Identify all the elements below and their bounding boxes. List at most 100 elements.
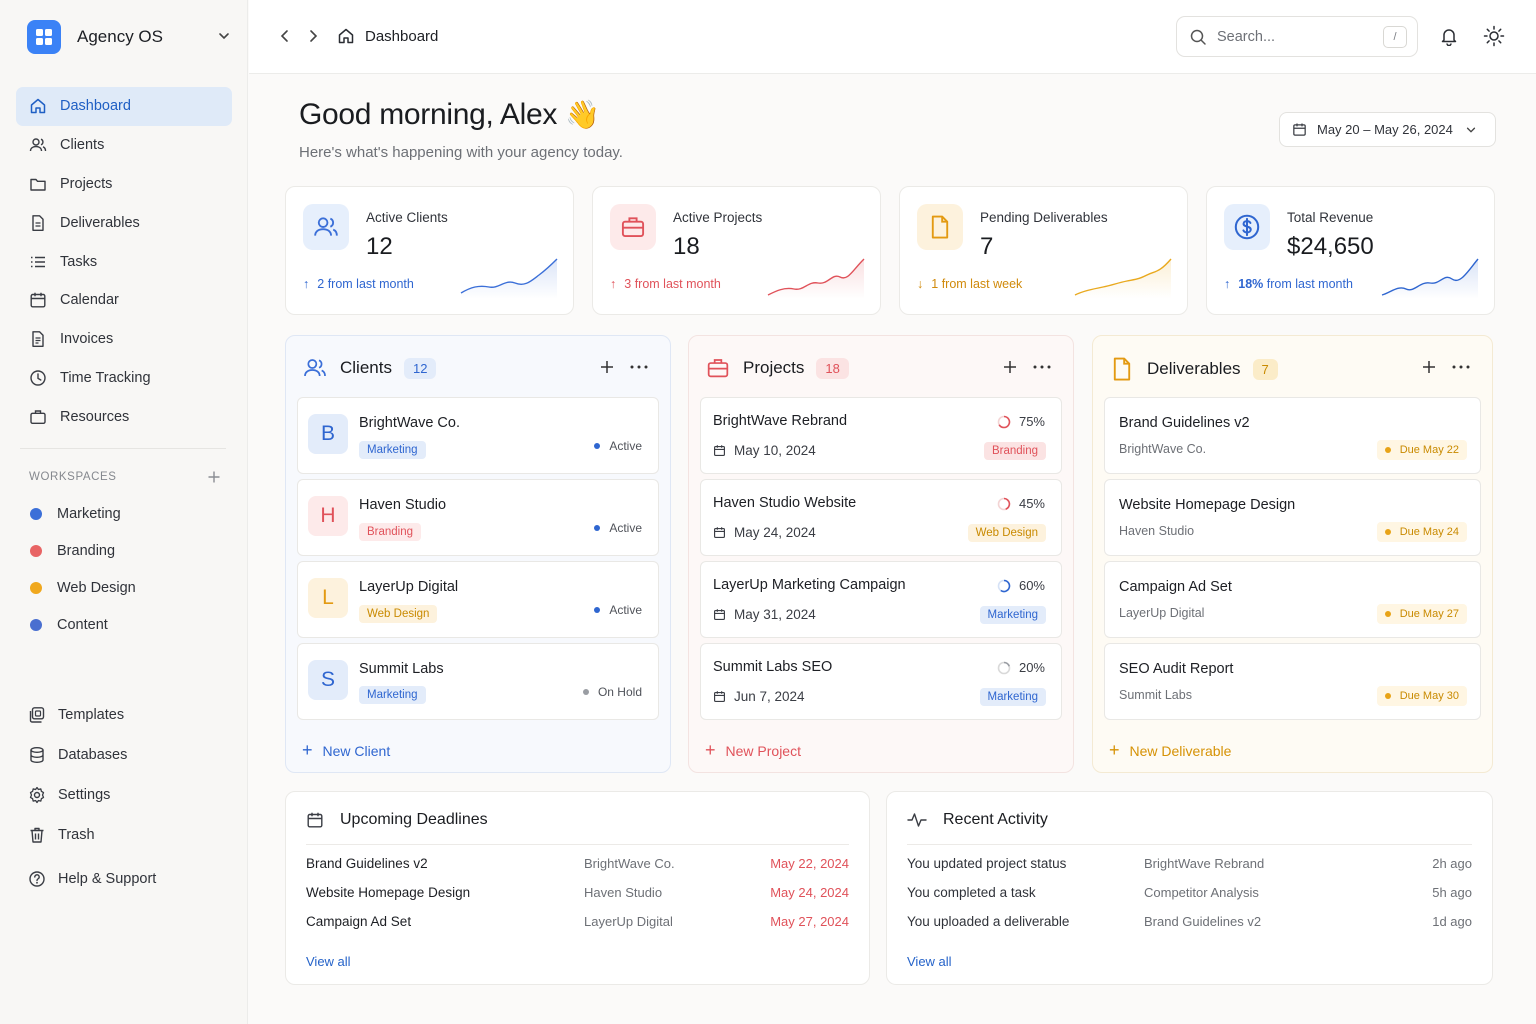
briefcase-icon <box>707 359 729 378</box>
workspace-item-branding[interactable]: Branding <box>30 532 220 569</box>
client-card[interactable]: L LayerUp Digital Web Design Active <box>297 561 659 638</box>
tag-badge: Marketing <box>359 441 426 459</box>
sun-icon[interactable] <box>1483 25 1505 47</box>
sidebar-item-label: Time Tracking <box>60 369 151 386</box>
deliverable-card[interactable]: Campaign Ad Set LayerUp Digital Due May … <box>1104 561 1481 638</box>
new-project-button[interactable]: + New Project <box>705 740 801 761</box>
activity-action: You completed a task <box>907 885 1036 900</box>
more-horizontal-icon[interactable] <box>1033 365 1051 369</box>
deadline-row[interactable]: Brand Guidelines v2 BrightWave Co. May 2… <box>306 856 849 876</box>
deliverable-client: Summit Labs <box>1119 688 1192 702</box>
search-box[interactable]: / <box>1176 16 1418 57</box>
sidebar-item-tasks[interactable]: Tasks <box>16 242 232 281</box>
progress-ring-icon <box>997 415 1011 428</box>
new-client-button[interactable]: + New Client <box>302 740 390 761</box>
date-range-picker[interactable]: May 20 – May 26, 2024 <box>1279 112 1496 147</box>
panel-title: Projects <box>743 358 805 377</box>
bell-icon[interactable] <box>1439 26 1459 46</box>
stat-card-pending-deliverables[interactable]: Pending Deliverables 7 ↓ 1 from last week <box>899 186 1188 315</box>
sidebar-item-dashboard[interactable]: Dashboard <box>16 87 232 126</box>
due-badge: Due May 24 <box>1376 522 1467 542</box>
project-card[interactable]: Haven Studio Website May 24, 2024 45% We… <box>700 479 1062 556</box>
new-deliverable-button[interactable]: + New Deliverable <box>1109 740 1231 761</box>
client-name: LayerUp Digital <box>359 579 459 595</box>
view-all-deadlines-link[interactable]: View all <box>306 954 351 969</box>
activity-row[interactable]: You completed a task Competitor Analysis… <box>907 885 1472 905</box>
clients-panel: Clients 12 B BrightWave Co. Marketing Ac… <box>285 335 671 773</box>
view-all-activity-link[interactable]: View all <box>907 954 952 969</box>
plus-icon[interactable] <box>1422 360 1436 374</box>
deadline-date: May 24, 2024 <box>770 885 849 900</box>
tag-badge: Marketing <box>979 688 1046 706</box>
deliverable-card[interactable]: Brand Guidelines v2 BrightWave Co. Due M… <box>1104 397 1481 474</box>
stat-card-active-projects[interactable]: Active Projects 18 ↑ 3 from last month <box>592 186 881 315</box>
sidebar-item-invoices[interactable]: Invoices <box>16 320 232 359</box>
more-horizontal-icon[interactable] <box>1452 365 1470 369</box>
tag-badge: Web Design <box>967 524 1046 542</box>
sidebar-item-settings[interactable]: Settings <box>28 775 228 815</box>
sparkline-chart <box>767 258 865 299</box>
workspace-list: Marketing Branding Web Design Content <box>30 495 220 643</box>
gear-icon <box>29 786 45 804</box>
client-card[interactable]: H Haven Studio Branding Active <box>297 479 659 556</box>
more-horizontal-icon[interactable] <box>630 365 648 369</box>
workspace-item-content[interactable]: Content <box>30 606 220 643</box>
stat-label: Active Clients <box>366 210 448 225</box>
trash-icon <box>30 827 44 843</box>
sidebar-item-trash[interactable]: Trash <box>28 815 228 855</box>
workspace-item-marketing[interactable]: Marketing <box>30 495 220 532</box>
sidebar-item-templates[interactable]: Templates <box>28 695 228 735</box>
project-list: BrightWave Rebrand May 10, 2024 75% Bran… <box>700 397 1062 725</box>
project-card[interactable]: LayerUp Marketing Campaign May 31, 2024 … <box>700 561 1062 638</box>
stat-label: Active Projects <box>673 210 763 225</box>
tag-badge: Branding <box>983 442 1046 460</box>
panel-header: Upcoming Deadlines <box>306 811 488 829</box>
sidebar-item-clients[interactable]: Clients <box>16 126 232 165</box>
deliverable-client: BrightWave Co. <box>1119 442 1207 456</box>
arrow-down-icon: ↓ <box>917 277 924 291</box>
sidebar-item-databases[interactable]: Databases <box>28 735 228 775</box>
sidebar-item-resources[interactable]: Resources <box>16 397 232 436</box>
search-input[interactable] <box>1217 28 1367 45</box>
deliverable-client: LayerUp Digital <box>1119 606 1205 620</box>
home-icon[interactable] <box>337 27 355 45</box>
deadline-row[interactable]: Campaign Ad Set LayerUp Digital May 27, … <box>306 914 849 934</box>
workspace-switcher[interactable]: Agency OS <box>27 19 237 55</box>
stat-value: $24,650 <box>1287 233 1374 260</box>
sidebar-item-deliverables[interactable]: Deliverables <box>16 203 232 242</box>
plus-icon[interactable] <box>600 360 614 374</box>
workspace-item-web-design[interactable]: Web Design <box>30 569 220 606</box>
sparkline-chart <box>1074 258 1172 299</box>
workspace-color-dot <box>30 581 42 594</box>
plus-icon[interactable] <box>207 470 221 484</box>
sidebar-item-time-tracking[interactable]: Time Tracking <box>16 359 232 398</box>
plus-icon[interactable] <box>1003 360 1017 374</box>
project-card[interactable]: Summit Labs SEO Jun 7, 2024 20% Marketin… <box>700 643 1062 720</box>
project-card[interactable]: BrightWave Rebrand May 10, 2024 75% Bran… <box>700 397 1062 474</box>
deadline-row[interactable]: Website Homepage Design Haven Studio May… <box>306 885 849 905</box>
stat-card-active-clients[interactable]: Active Clients 12 ↑ 2 from last month <box>285 186 574 315</box>
breadcrumb: Dashboard <box>277 27 438 45</box>
upcoming-deadlines-panel: Upcoming Deadlines Brand Guidelines v2 B… <box>285 791 870 985</box>
deadline-client: BrightWave Co. <box>584 856 675 871</box>
calendar-icon <box>307 812 323 828</box>
deadline-client: Haven Studio <box>584 885 663 900</box>
sidebar-item-calendar[interactable]: Calendar <box>16 281 232 320</box>
client-card[interactable]: S Summit Labs Marketing On Hold <box>297 643 659 720</box>
activity-row[interactable]: You uploaded a deliverable Brand Guideli… <box>907 914 1472 934</box>
home-icon <box>29 97 47 115</box>
deliverable-card[interactable]: SEO Audit Report Summit Labs Due May 30 <box>1104 643 1481 720</box>
sidebar-item-help[interactable]: Help & Support <box>28 859 228 899</box>
status-dot <box>1384 447 1391 453</box>
deliverables-panel: Deliverables 7 Brand Guidelines v2 Brigh… <box>1092 335 1493 773</box>
stat-card-total-revenue[interactable]: Total Revenue $24,650 ↑ 18% from last mon… <box>1206 186 1495 315</box>
sidebar-item-projects[interactable]: Projects <box>16 165 232 204</box>
client-card[interactable]: B BrightWave Co. Marketing Active <box>297 397 659 474</box>
deliverable-card[interactable]: Website Homepage Design Haven Studio Due… <box>1104 479 1481 556</box>
progress-indicator: 60% <box>997 578 1045 593</box>
back-arrow-icon[interactable] <box>277 28 293 44</box>
workspaces-header: WORKSPACES <box>29 470 221 484</box>
sidebar-item-label: Help & Support <box>58 871 157 887</box>
activity-row[interactable]: You updated project status BrightWave Re… <box>907 856 1472 876</box>
forward-arrow-icon[interactable] <box>305 28 321 44</box>
